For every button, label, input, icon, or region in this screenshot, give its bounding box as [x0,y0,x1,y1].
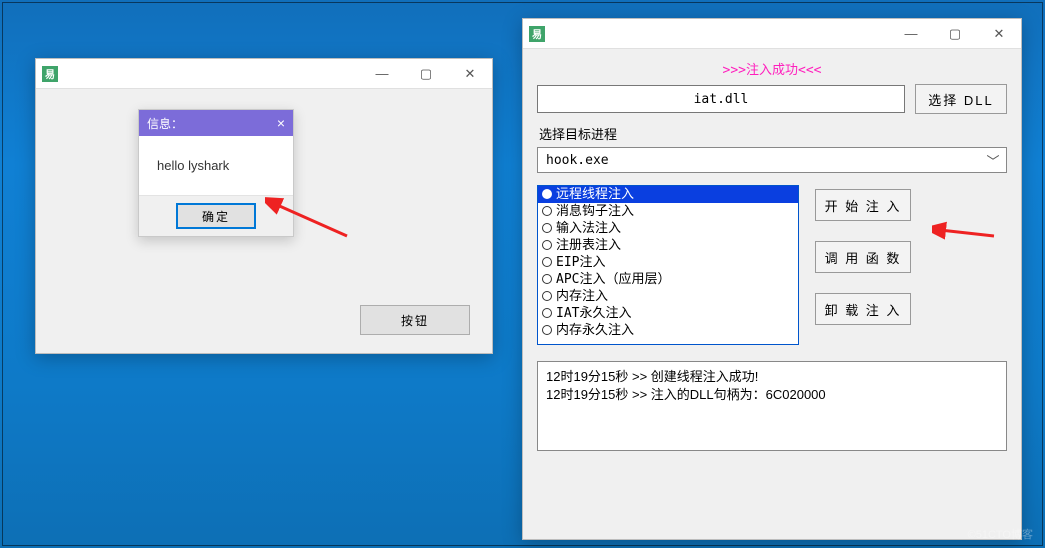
app-icon: 易 [42,66,58,82]
titlebar[interactable]: 易 — ▢ ✕ [523,19,1021,49]
titlebar[interactable]: 易 — ▢ ✕ [36,59,492,89]
radio-icon [542,325,552,335]
message-box: 信息： × hello lyshark 确定 [138,109,294,237]
dropdown-value: hook.exe [546,153,609,168]
radio-icon [542,291,552,301]
injection-option[interactable]: 消息钩子注入 [538,203,798,220]
injection-option[interactable]: EIP注入 [538,254,798,271]
target-process-dropdown[interactable]: hook.exe ﹀ [537,147,1007,173]
option-label: 内存永久注入 [556,323,634,338]
injection-option[interactable]: 远程线程注入 [538,186,798,203]
dll-path-input[interactable]: iat.dll [537,85,905,113]
radio-icon [542,240,552,250]
option-label: 输入法注入 [556,221,621,236]
option-label: 注册表注入 [556,238,621,253]
host-app-window: 易 — ▢ ✕ 信息： × hello lyshark 确定 按钮 [35,58,493,354]
minimize-button[interactable]: — [889,19,933,48]
radio-icon [542,223,552,233]
start-inject-button[interactable]: 开 始 注 入 [815,189,911,221]
ok-button[interactable]: 确定 [177,204,255,228]
option-label: 消息钩子注入 [556,204,634,219]
choose-dll-button[interactable]: 选择 DLL [915,84,1007,114]
target-process-label: 选择目标进程 [539,124,1007,143]
injector-window: 易 — ▢ ✕ >>>注入成功<<< iat.dll 选择 DLL 选择目标进程… [522,18,1022,540]
trigger-button[interactable]: 按钮 [360,305,470,335]
injection-option[interactable]: 内存注入 [538,288,798,305]
message-box-titlebar[interactable]: 信息： × [139,110,293,136]
option-label: APC注入（应用层） [556,272,670,287]
injection-option[interactable]: 注册表注入 [538,237,798,254]
watermark: ©51CTO博客 [968,526,1033,542]
maximize-button[interactable]: ▢ [404,59,448,88]
injection-option[interactable]: APC注入（应用层） [538,271,798,288]
radio-icon [542,206,552,216]
message-box-text: hello lyshark [139,136,293,195]
injection-option[interactable]: 内存永久注入 [538,322,798,339]
injection-option[interactable]: IAT永久注入 [538,305,798,322]
radio-icon [542,189,552,199]
message-box-title: 信息： [147,115,183,132]
unload-inject-button[interactable]: 卸 载 注 入 [815,293,911,325]
app-icon: 易 [529,26,545,42]
option-label: 远程线程注入 [556,187,634,202]
status-text: >>>注入成功<<< [537,59,1007,78]
injection-option[interactable]: 输入法注入 [538,220,798,237]
option-label: IAT永久注入 [556,306,631,321]
call-function-button[interactable]: 调 用 函 数 [815,241,911,273]
radio-icon [542,308,552,318]
log-line: 12时19分15秒 >> 创建线程注入成功! [546,368,998,386]
minimize-button[interactable]: — [360,59,404,88]
radio-icon [542,257,552,267]
log-output[interactable]: 12时19分15秒 >> 创建线程注入成功!12时19分15秒 >> 注入的DL… [537,361,1007,451]
injection-method-list[interactable]: 远程线程注入消息钩子注入输入法注入注册表注入 EIP注入 APC注入（应用层） 内存注… [537,185,799,345]
close-button[interactable]: ✕ [448,59,492,88]
option-label: 内存注入 [556,289,608,304]
close-button[interactable]: ✕ [977,19,1021,48]
log-line: 12时19分15秒 >> 注入的DLL句柄为：6C020000 [546,386,998,404]
radio-icon [542,274,552,284]
option-label: EIP注入 [556,255,605,270]
chevron-down-icon: ﹀ [984,151,1002,169]
close-icon[interactable]: × [277,115,285,131]
maximize-button[interactable]: ▢ [933,19,977,48]
